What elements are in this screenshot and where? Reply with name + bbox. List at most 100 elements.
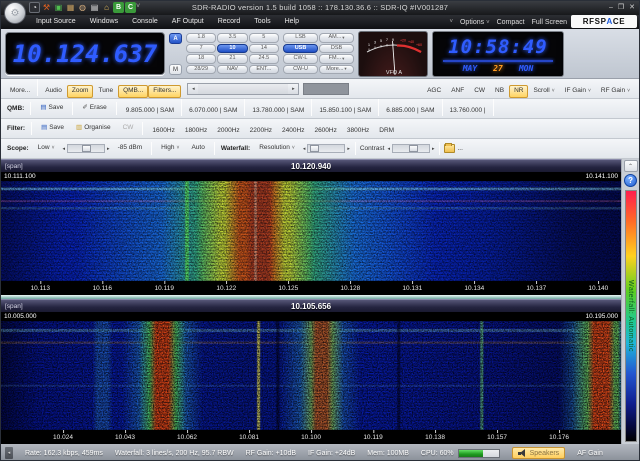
slider-left-icon[interactable]: ◂ xyxy=(302,145,307,153)
filters-button[interactable]: Filters... xyxy=(148,85,181,98)
band-28-29-button[interactable]: 28/29 xyxy=(186,65,216,75)
zoom-button[interactable]: Zoom xyxy=(67,85,94,98)
slider-left-icon[interactable]: ◂ xyxy=(386,145,391,153)
filter-2000hz-button[interactable]: 2000Hz xyxy=(212,125,244,138)
status-waterfall: Waterfall: 3 lines/s, 200 Hz, 95.7 RBW xyxy=(115,450,234,457)
tune-button[interactable]: Tune xyxy=(93,85,118,98)
cw-button[interactable]: CW xyxy=(469,85,490,98)
more-button[interactable]: More... xyxy=(5,85,35,98)
mode-fm-button[interactable]: FM...▾ xyxy=(319,54,354,64)
band-10-button[interactable]: 10 xyxy=(217,44,247,54)
menu-console[interactable]: Console xyxy=(125,15,165,29)
minimize-button[interactable]: – xyxy=(609,2,613,13)
speakers-button[interactable]: Speakers xyxy=(512,447,566,459)
mode-lsb-button[interactable]: LSB xyxy=(283,33,318,43)
qmb-erase-button[interactable]: ✐Erase xyxy=(77,102,111,115)
slider-left-icon[interactable]: ◂ xyxy=(62,145,67,153)
band-5-button[interactable]: 5 xyxy=(249,33,279,43)
options-menu[interactable]: Options ˅ xyxy=(460,19,490,26)
status-collapse-icon[interactable]: ◂ xyxy=(5,447,13,459)
scope-low-button[interactable]: Low˅ xyxy=(33,142,60,155)
menu-tools[interactable]: Tools xyxy=(247,15,277,29)
memory-button[interactable]: M xyxy=(169,64,182,75)
mode-more-button[interactable]: More...▾ xyxy=(319,65,354,75)
freq-tick: 10.043 xyxy=(115,434,135,441)
chevron-down-icon[interactable]: ˅ xyxy=(449,19,453,25)
mode-usb-button[interactable]: USB xyxy=(283,44,318,54)
compact-button[interactable]: Compact xyxy=(497,19,525,26)
help-icon[interactable]: ? xyxy=(624,174,637,187)
menu-windows[interactable]: Windows xyxy=(83,15,125,29)
filter-2600hz-button[interactable]: 2600Hz xyxy=(309,125,341,138)
filter-2400hz-button[interactable]: 2400Hz xyxy=(277,125,309,138)
menu-af-output[interactable]: AF Output xyxy=(165,15,211,29)
waterfall-2-header[interactable]: [span] 10.105.656 xyxy=(1,299,621,312)
vfo-a-button[interactable]: A xyxy=(169,33,182,44)
mode-dsb-button[interactable]: DSB xyxy=(319,44,354,54)
scope-high-button[interactable]: High˅ xyxy=(156,142,184,155)
rf-gain-button[interactable]: RF Gain˅ xyxy=(596,85,635,98)
waterfall-resolution-slider[interactable]: ◂ ▸ xyxy=(302,144,351,153)
filter-3800hz-button[interactable]: 3800Hz xyxy=(342,125,374,138)
menu-input-source[interactable]: Input Source xyxy=(29,15,83,29)
nr-button[interactable]: NR xyxy=(509,85,528,98)
slider-right-icon[interactable]: ▸ xyxy=(431,145,436,153)
qmb-memory-3[interactable]: 13.780.000 | SAM xyxy=(247,105,309,118)
band-ent-button[interactable]: ENT... xyxy=(249,65,279,75)
qmb-button[interactable]: QMB... xyxy=(118,85,148,98)
qmb-memory-6[interactable]: 13.760.000 | xyxy=(445,105,491,118)
maximize-button[interactable]: ❐ xyxy=(618,2,624,13)
waterfall-resolution-button[interactable]: Resolution˅ xyxy=(254,142,300,155)
qmb-memory-1[interactable]: 9.805.000 | SAM xyxy=(121,105,179,118)
app-menu-orb[interactable]: ⚙ xyxy=(4,2,26,24)
scroll-right-icon[interactable]: ▸ xyxy=(288,84,298,94)
filter-organise-button[interactable]: ▥Organise xyxy=(71,122,116,135)
mode-cw-u-button[interactable]: CW-U xyxy=(283,65,318,75)
menu-help[interactable]: Help xyxy=(278,15,306,29)
band-nav-button[interactable]: NAV xyxy=(217,65,247,75)
scope-auto-button[interactable]: Auto xyxy=(186,142,209,155)
s-meter: 13579 +20+40+60 VFO A xyxy=(358,31,428,77)
band-7-button[interactable]: 7 xyxy=(186,44,216,54)
waterfall-contrast-slider[interactable]: ◂ ▸ xyxy=(386,144,435,153)
band-14-button[interactable]: 14 xyxy=(249,44,279,54)
slider-right-icon[interactable]: ▸ xyxy=(106,145,111,153)
qmb-memory-4[interactable]: 15.850.100 | SAM xyxy=(314,105,376,118)
folder-icon[interactable] xyxy=(444,144,455,153)
waterfall-1-display[interactable] xyxy=(1,181,621,281)
if-gain-button[interactable]: IF Gain˅ xyxy=(560,85,596,98)
menu-record[interactable]: Record xyxy=(211,15,248,29)
filter-1600hz-button[interactable]: 1600Hz xyxy=(147,125,179,138)
frequency-display[interactable]: 10.124.637 xyxy=(5,32,165,75)
filter-drm-button[interactable]: DRM xyxy=(374,125,399,138)
scrollbar-track[interactable] xyxy=(198,84,288,94)
mode-cw-l-button[interactable]: CW-L xyxy=(283,54,318,64)
band-24-5-button[interactable]: 24.5 xyxy=(249,54,279,64)
scope-low-slider[interactable]: ◂ ▸ xyxy=(62,144,111,153)
right-sidebar: ⌃ ? Waterfall: Automatic xyxy=(621,159,639,444)
qmb-memory-2[interactable]: 6.070.000 | SAM xyxy=(184,105,242,118)
qmb-memory-5[interactable]: 6.885.000 | SAM xyxy=(381,105,439,118)
filter-save-button[interactable]: ▤Save xyxy=(36,122,69,135)
tuning-scrollbar[interactable]: ◂ ▸ xyxy=(187,83,299,95)
qmb-save-button[interactable]: ▤Save xyxy=(35,102,68,115)
fullscreen-button[interactable]: Full Screen xyxy=(532,19,567,26)
mode-am-button[interactable]: AM...▾ xyxy=(319,33,354,43)
waterfall-2-display[interactable] xyxy=(1,321,621,430)
band-18-button[interactable]: 18 xyxy=(186,54,216,64)
band-21-button[interactable]: 21 xyxy=(217,54,247,64)
anf-button[interactable]: ANF xyxy=(446,85,469,98)
waterfall-1-header[interactable]: [span] 10.120.940 xyxy=(1,159,621,172)
scroll-left-icon[interactable]: ◂ xyxy=(188,84,198,94)
audio-button[interactable]: Audio xyxy=(40,85,67,98)
close-button[interactable]: ✕ xyxy=(629,2,635,13)
band-3-5-button[interactable]: 3.5 xyxy=(217,33,247,43)
agc-button[interactable]: AGC xyxy=(422,85,446,98)
slider-right-icon[interactable]: ▸ xyxy=(346,145,351,153)
nb-button[interactable]: NB xyxy=(490,85,509,98)
filter-2200hz-button[interactable]: 2200Hz xyxy=(245,125,277,138)
filter-1800hz-button[interactable]: 1800Hz xyxy=(180,125,212,138)
collapse-button[interactable]: ⌃ xyxy=(624,160,638,172)
band-1-8-button[interactable]: 1.8 xyxy=(186,33,216,43)
scroll-button[interactable]: Scroll˅ xyxy=(528,85,559,98)
